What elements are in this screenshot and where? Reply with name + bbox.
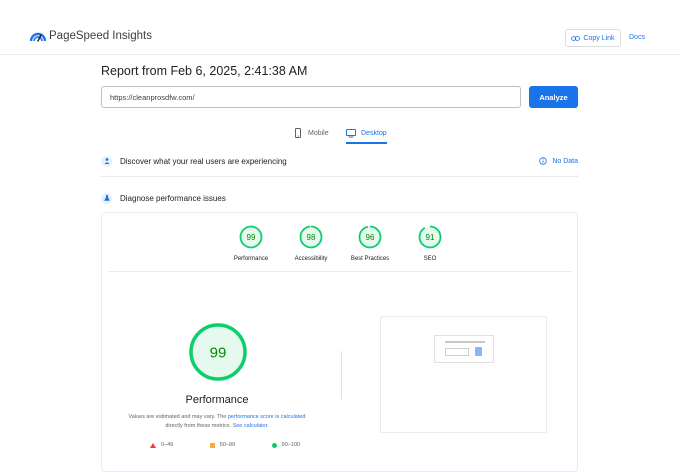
gauge-best-practices-label: Best Practices xyxy=(350,256,390,262)
disclaimer-text: Values are estimated and may vary. The xyxy=(128,414,227,420)
score-gauge-icon: 91 xyxy=(418,225,442,249)
top-bar: PageSpeed Insights Copy Link Docs xyxy=(0,0,680,55)
gauge-accessibility-value: 98 xyxy=(307,233,316,242)
gauge-performance-label: Performance xyxy=(233,256,269,262)
score-legend: 0–49 50–89 90–100 xyxy=(150,442,300,448)
tab-desktop[interactable]: Desktop xyxy=(346,124,387,144)
gauge-seo[interactable]: 91 SEO xyxy=(405,225,455,262)
diagnose-section: Diagnose performance issues xyxy=(101,190,578,206)
performance-title: Performance xyxy=(185,394,249,406)
score-gauge-icon: 98 xyxy=(299,225,323,249)
performance-gauge: 99 xyxy=(189,323,247,381)
url-input[interactable] xyxy=(101,86,521,108)
score-gauge-icon: 96 xyxy=(358,225,382,249)
gauge-performance-value: 99 xyxy=(247,233,256,242)
gauge-seo-label: SEO xyxy=(423,256,437,262)
final-screenshot[interactable] xyxy=(380,316,547,433)
analyze-button[interactable]: Analyze xyxy=(529,86,578,108)
gauge-accessibility[interactable]: 98 Accessibility xyxy=(286,225,336,262)
no-data-label: No Data xyxy=(552,157,578,165)
vertical-divider xyxy=(341,351,342,399)
score-gauge-icon: 99 xyxy=(239,225,263,249)
copy-link-label: Copy Link xyxy=(583,34,615,42)
square-icon xyxy=(209,442,215,448)
performance-score: 99 xyxy=(210,345,227,362)
link-icon xyxy=(571,35,581,41)
triangle-icon xyxy=(150,442,156,448)
pagespeed-logo-icon[interactable] xyxy=(30,29,46,45)
legend-fail: 0–49 xyxy=(150,442,173,448)
gauge-best-practices[interactable]: 96 Best Practices xyxy=(345,225,395,262)
users-icon xyxy=(101,155,112,167)
no-data-status[interactable]: No Data xyxy=(539,157,578,165)
screenshot-thumbnail xyxy=(434,335,494,363)
panel-divider xyxy=(108,271,572,272)
copy-link-button[interactable]: Copy Link xyxy=(565,29,621,47)
see-calculator-link[interactable]: See calculator. xyxy=(233,423,269,429)
page-image-icon xyxy=(475,347,482,356)
gauge-seo-value: 91 xyxy=(426,233,435,242)
legend-pass: 90–100 xyxy=(271,442,300,448)
tab-mobile[interactable]: Mobile xyxy=(293,124,329,142)
tab-desktop-label: Desktop xyxy=(361,129,387,137)
field-data-section: Discover what your real users are experi… xyxy=(101,153,578,169)
gauge-best-practices-value: 96 xyxy=(366,233,375,242)
monitor-icon xyxy=(346,129,356,138)
lab-icon xyxy=(101,192,112,204)
info-icon xyxy=(539,157,548,165)
circle-icon xyxy=(271,442,277,448)
docs-link[interactable]: Docs xyxy=(629,34,645,41)
score-gauges: 99 Performance 98 Accessibility 96 Best … xyxy=(102,225,577,275)
section-divider xyxy=(101,176,578,177)
legend-average: 50–89 xyxy=(209,442,235,448)
field-data-heading: Discover what your real users are experi… xyxy=(120,156,287,166)
brand-name[interactable]: PageSpeed Insights xyxy=(49,30,152,42)
diagnose-panel: 99 Performance 98 Accessibility 96 Best … xyxy=(101,212,578,472)
gauge-accessibility-label: Accessibility xyxy=(294,256,328,262)
report-title: Report from Feb 6, 2025, 2:41:38 AM xyxy=(101,64,308,78)
phone-icon xyxy=(295,128,301,138)
tab-mobile-label: Mobile xyxy=(308,129,329,137)
gauge-performance[interactable]: 99 Performance xyxy=(226,225,276,262)
performance-disclaimer: Values are estimated and may vary. The p… xyxy=(114,413,320,431)
score-calculated-link[interactable]: performance score is calculated xyxy=(228,414,306,420)
disclaimer-text-2: directly from these metrics. xyxy=(165,422,232,429)
diagnose-heading: Diagnose performance issues xyxy=(120,193,226,203)
